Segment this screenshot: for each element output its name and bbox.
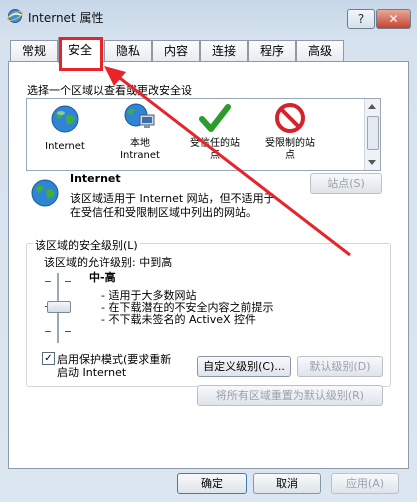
annotation-arrow-icon	[104, 66, 351, 257]
internet-properties-window: Internet 属性 ? ✕ 常规 安全 隐私 内容 连接 程序 高级 选择一…	[0, 0, 417, 502]
